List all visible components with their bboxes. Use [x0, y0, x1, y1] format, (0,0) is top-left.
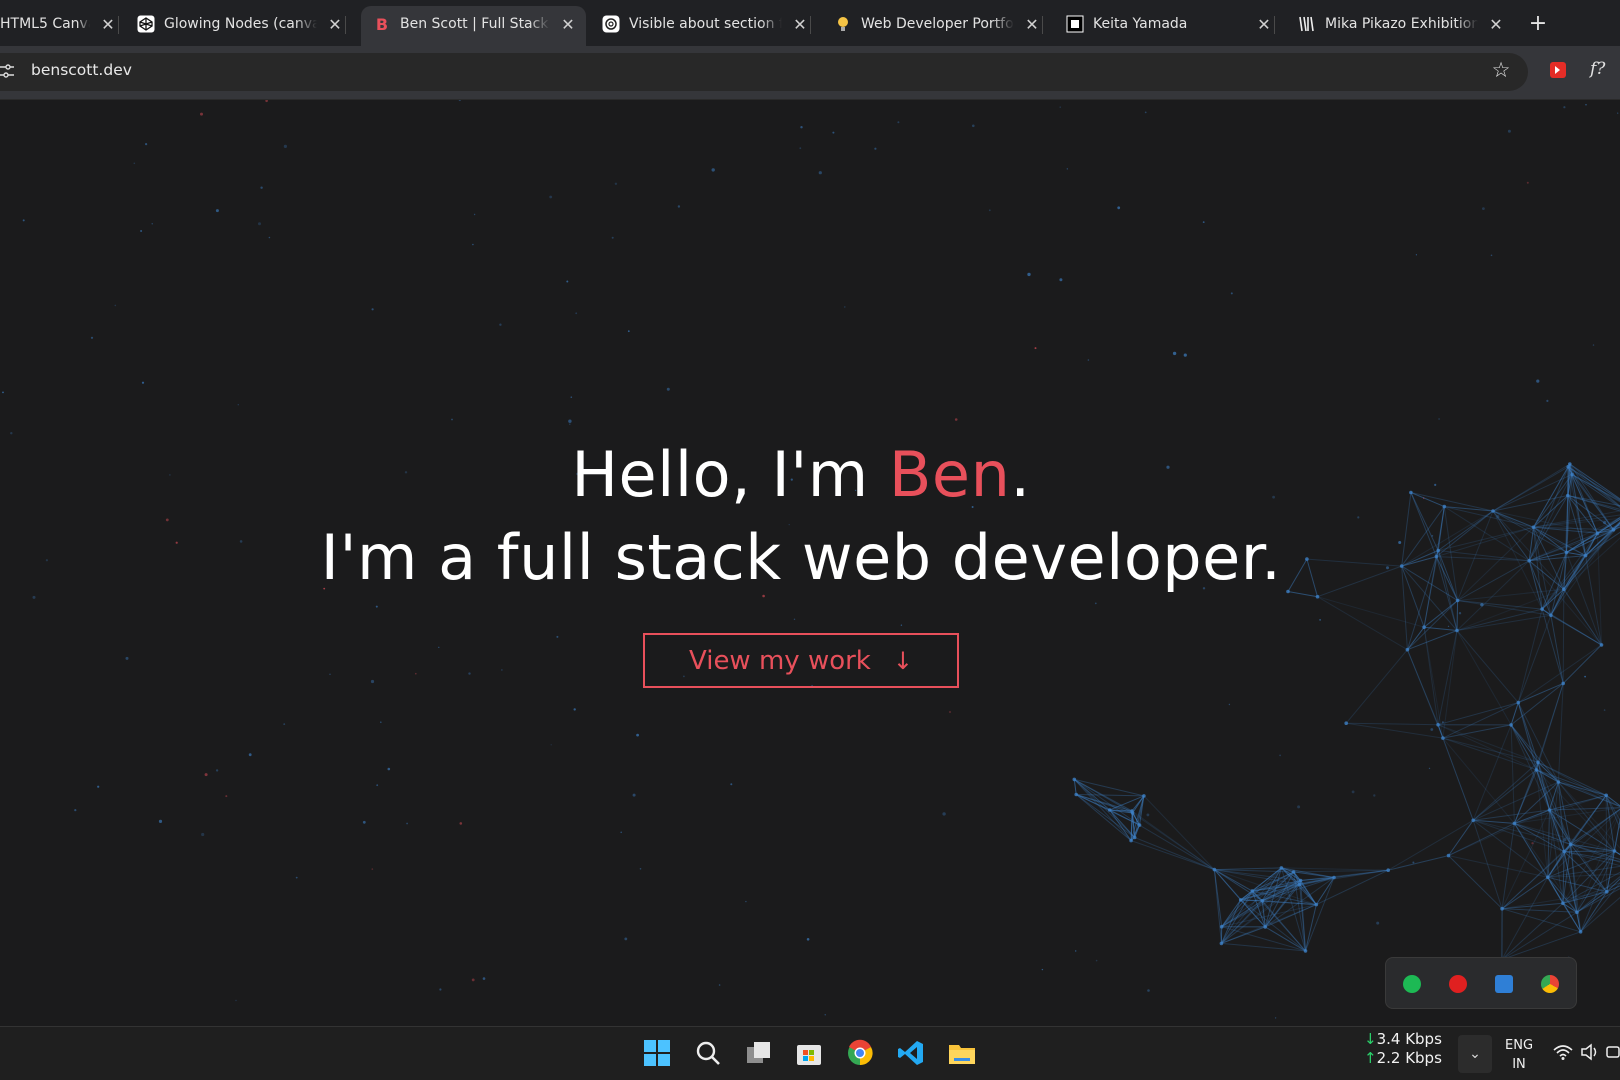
extension-f-icon[interactable]: f?	[1590, 59, 1605, 79]
vscode-icon[interactable]	[897, 1039, 925, 1067]
close-icon[interactable]: ✕	[790, 14, 810, 34]
wifi-icon[interactable]	[1553, 1043, 1573, 1061]
cta-label: View my work	[689, 645, 871, 676]
greeting-text: Hello, I'm	[571, 438, 889, 511]
webpage: Hello, I'm Ben. I'm a full stack web dev…	[0, 100, 1620, 1026]
file-explorer-icon[interactable]	[948, 1039, 976, 1067]
codepen-icon	[137, 15, 155, 33]
lang-region: IN	[1512, 1057, 1526, 1072]
tab-strip: HTML5 Canvas ✕ Glowing Nodes (canvas) ✕ …	[0, 0, 1620, 46]
tab-glowing-nodes[interactable]: Glowing Nodes (canvas) ✕	[137, 6, 346, 42]
address-bar[interactable]	[0, 53, 1528, 91]
hero-greeting: Hello, I'm Ben.	[0, 434, 1602, 516]
browser-toolbar	[0, 46, 1620, 100]
arrow-down-icon: ↓	[892, 646, 913, 675]
tab-keita-yamada[interactable]: Keita Yamada ✕	[1066, 6, 1275, 42]
chrome-icon[interactable]	[1541, 975, 1559, 993]
spotify-icon[interactable]	[1403, 975, 1421, 993]
lang-code: ENG	[1505, 1038, 1534, 1053]
tab-title: Mika Pikazo Exhibition IL	[1325, 16, 1478, 32]
tab-title: Web Developer Portfolio	[861, 16, 1014, 32]
hero-tagline: I'm a full stack web developer.	[320, 521, 1282, 594]
microsoft-store-icon[interactable]	[795, 1039, 823, 1067]
antivirus-icon[interactable]	[1449, 975, 1467, 993]
tab-mika-pikazo[interactable]: Mika Pikazo Exhibition IL ✕	[1298, 6, 1506, 42]
square-logo-icon	[1066, 15, 1084, 33]
close-icon[interactable]: ✕	[558, 14, 578, 34]
volume-icon[interactable]	[1580, 1043, 1600, 1061]
new-tab-button[interactable]: +	[1524, 9, 1552, 37]
chrome-taskbar-icon[interactable]	[846, 1039, 874, 1067]
close-icon[interactable]: ✕	[1254, 14, 1274, 34]
tab-visible-about[interactable]: Visible about section fix. ✕	[602, 6, 811, 42]
url-text[interactable]: benscott.dev	[31, 61, 132, 79]
tab-title: Ben Scott | Full Stack Web	[400, 16, 550, 32]
tab-web-dev-portfolio[interactable]: Web Developer Portfolio ✕	[834, 6, 1043, 42]
b-logo-icon: B	[375, 14, 389, 34]
close-icon[interactable]: ✕	[98, 14, 118, 34]
net-up-value: 2.2 Kbps	[1376, 1049, 1442, 1067]
task-view-icon[interactable]	[745, 1039, 773, 1067]
tab-title: Keita Yamada	[1093, 16, 1188, 32]
close-icon[interactable]: ✕	[1486, 14, 1506, 34]
site-info-icon[interactable]	[0, 61, 20, 81]
close-icon[interactable]: ✕	[1022, 14, 1042, 34]
greeting-period: .	[1010, 438, 1031, 511]
extension-icon[interactable]	[1550, 62, 1566, 78]
tab-html5-canvas[interactable]: HTML5 Canvas ✕	[0, 6, 119, 42]
close-icon[interactable]: ✕	[325, 14, 345, 34]
network-speed: ↓3.4 Kbps ↑2.2 Kbps	[1364, 1030, 1442, 1068]
net-down-value: 3.4 Kbps	[1376, 1030, 1442, 1048]
tray-chevron-button[interactable]: ⌄	[1458, 1035, 1492, 1073]
bookmark-star-icon[interactable]: ☆	[1489, 58, 1513, 82]
chatgpt-icon	[602, 15, 620, 33]
down-arrow-icon: ↓	[1364, 1030, 1377, 1048]
tab-title: Glowing Nodes (canvas)	[164, 16, 317, 32]
battery-icon[interactable]	[1606, 1045, 1620, 1059]
language-indicator[interactable]: ENG IN	[1505, 1036, 1533, 1074]
lines-logo-icon	[1298, 15, 1316, 33]
up-arrow-icon: ↑	[1364, 1049, 1377, 1067]
search-icon[interactable]	[694, 1039, 722, 1067]
security-warning-icon[interactable]	[1495, 975, 1513, 993]
start-windows-icon[interactable]	[643, 1039, 671, 1067]
lightbulb-icon	[834, 15, 852, 33]
tab-ben-scott[interactable]: B Ben Scott | Full Stack Web ✕	[361, 6, 586, 46]
tab-title: HTML5 Canvas	[0, 16, 90, 32]
hero-section: Hello, I'm Ben. I'm a full stack web dev…	[0, 434, 1602, 600]
view-my-work-button[interactable]: View my work ↓	[643, 633, 959, 688]
tab-title: Visible about section fix.	[629, 16, 782, 32]
hero-name: Ben	[888, 438, 1011, 511]
